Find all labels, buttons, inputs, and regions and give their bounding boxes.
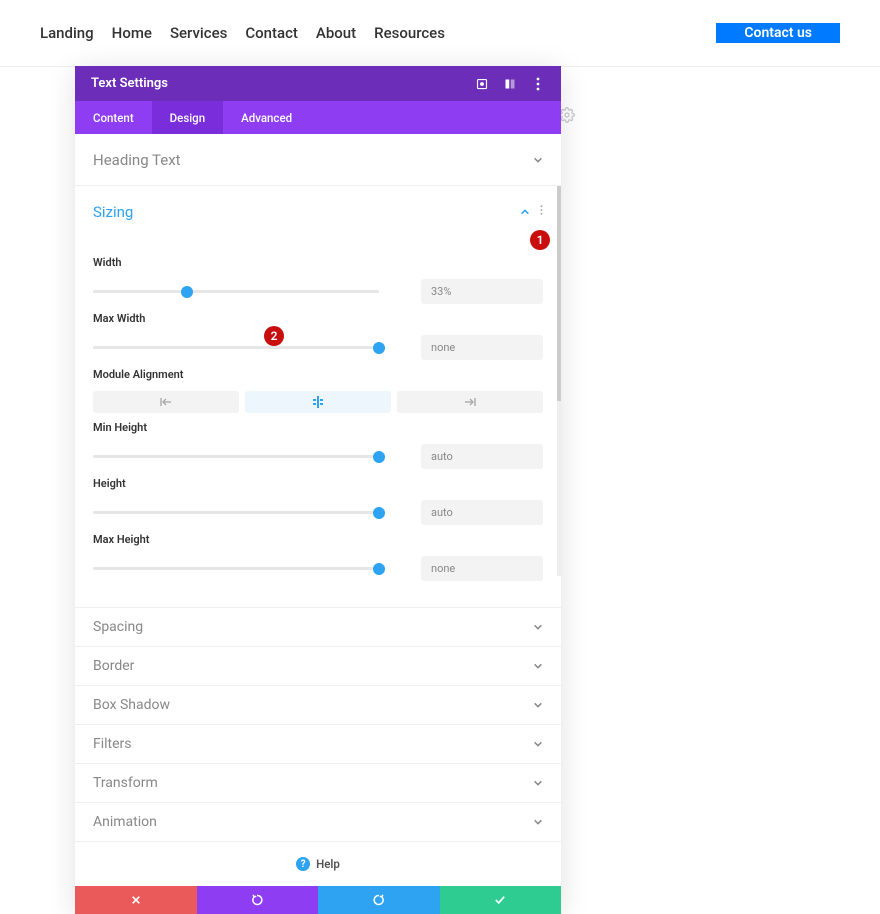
panel-body: Heading Text Sizing Width: [75, 134, 561, 886]
section-heading-text[interactable]: Heading Text: [75, 134, 561, 186]
height-value-input[interactable]: auto: [421, 500, 543, 525]
chevron-down-icon: [533, 739, 543, 749]
section-label: Border: [93, 658, 134, 674]
height-slider[interactable]: [93, 506, 379, 520]
section-label: Animation: [93, 814, 157, 830]
alignment-segmented: [93, 391, 543, 413]
save-button[interactable]: [440, 886, 562, 914]
section-transform[interactable]: Transform: [75, 764, 561, 803]
panel-title: Text Settings: [91, 76, 168, 91]
section-label: Heading Text: [93, 151, 181, 169]
section-sizing[interactable]: Sizing: [75, 186, 561, 238]
callout-badge-1: 1: [530, 230, 550, 250]
expand-icon[interactable]: [475, 77, 489, 91]
tab-advanced[interactable]: Advanced: [223, 101, 310, 134]
panel-footer: [75, 886, 561, 914]
section-label: Sizing: [93, 203, 133, 221]
panel-header-icons: [475, 77, 545, 91]
help-link[interactable]: ? Help: [75, 842, 561, 886]
help-icon: ?: [296, 857, 310, 871]
section-spacing[interactable]: Spacing: [75, 608, 561, 647]
max-height-field: Max Height none: [93, 533, 543, 581]
section-label: Filters: [93, 736, 132, 752]
panel-header[interactable]: Text Settings: [75, 66, 561, 101]
chevron-down-icon: [533, 622, 543, 632]
max-width-value-input[interactable]: none: [421, 335, 543, 360]
nav-item-resources[interactable]: Resources: [374, 24, 445, 42]
module-gear-icon[interactable]: [559, 107, 575, 123]
field-label: Max Width: [93, 312, 543, 325]
more-icon[interactable]: [531, 77, 545, 91]
width-value-input[interactable]: 33%: [421, 279, 543, 304]
field-label: Module Alignment: [93, 368, 543, 381]
redo-button[interactable]: [318, 886, 440, 914]
align-center-button[interactable]: [245, 391, 391, 413]
align-left-button[interactable]: [93, 391, 239, 413]
cancel-button[interactable]: [75, 886, 197, 914]
section-box-shadow[interactable]: Box Shadow: [75, 686, 561, 725]
chevron-down-icon: [533, 817, 543, 827]
section-filters[interactable]: Filters: [75, 725, 561, 764]
tab-design[interactable]: Design: [152, 101, 223, 134]
height-field: Height auto: [93, 477, 543, 525]
nav-item-about[interactable]: About: [316, 24, 356, 42]
contact-us-button[interactable]: Contact us: [716, 23, 840, 43]
panel-tabs: Content Design Advanced: [75, 101, 561, 134]
max-width-field: Max Width none: [93, 312, 543, 360]
chevron-down-icon: [533, 700, 543, 710]
scrollbar-thumb[interactable]: [557, 186, 561, 401]
nav-item-services[interactable]: Services: [170, 24, 227, 42]
chevron-down-icon: [533, 155, 543, 165]
section-label: Spacing: [93, 619, 143, 635]
field-label: Min Height: [93, 421, 543, 434]
layout-icon[interactable]: [503, 77, 517, 91]
min-height-field: Min Height auto: [93, 421, 543, 469]
chevron-down-icon: [533, 778, 543, 788]
nav-links: Landing Home Services Contact About Reso…: [40, 24, 445, 42]
max-width-slider[interactable]: [93, 341, 379, 355]
nav-item-contact[interactable]: Contact: [245, 24, 298, 42]
sizing-fields: Width 33% Max Width none: [75, 238, 561, 608]
text-settings-panel: Text Settings Content Design Advanced He…: [75, 66, 561, 914]
section-label: Box Shadow: [93, 697, 170, 713]
max-height-value-input[interactable]: none: [421, 556, 543, 581]
chevron-down-icon: [533, 661, 543, 671]
top-navigation: Landing Home Services Contact About Reso…: [0, 0, 880, 67]
section-more-icon[interactable]: [540, 204, 543, 220]
module-alignment-field: Module Alignment: [93, 368, 543, 413]
nav-item-home[interactable]: Home: [112, 24, 152, 42]
field-label: Width: [93, 256, 543, 269]
tab-content[interactable]: Content: [75, 101, 152, 134]
help-label: Help: [316, 857, 340, 871]
callout-badge-2: 2: [264, 326, 284, 346]
min-height-value-input[interactable]: auto: [421, 444, 543, 469]
section-border[interactable]: Border: [75, 647, 561, 686]
field-label: Max Height: [93, 533, 543, 546]
width-field: Width 33%: [93, 256, 543, 304]
scrollbar[interactable]: [557, 186, 561, 576]
max-height-slider[interactable]: [93, 562, 379, 576]
undo-button[interactable]: [197, 886, 319, 914]
field-label: Height: [93, 477, 543, 490]
chevron-up-icon: [520, 207, 530, 217]
section-animation[interactable]: Animation: [75, 803, 561, 842]
nav-item-landing[interactable]: Landing: [40, 24, 94, 42]
section-label: Transform: [93, 775, 158, 791]
width-slider[interactable]: [93, 285, 379, 299]
min-height-slider[interactable]: [93, 450, 379, 464]
align-right-button[interactable]: [397, 391, 543, 413]
